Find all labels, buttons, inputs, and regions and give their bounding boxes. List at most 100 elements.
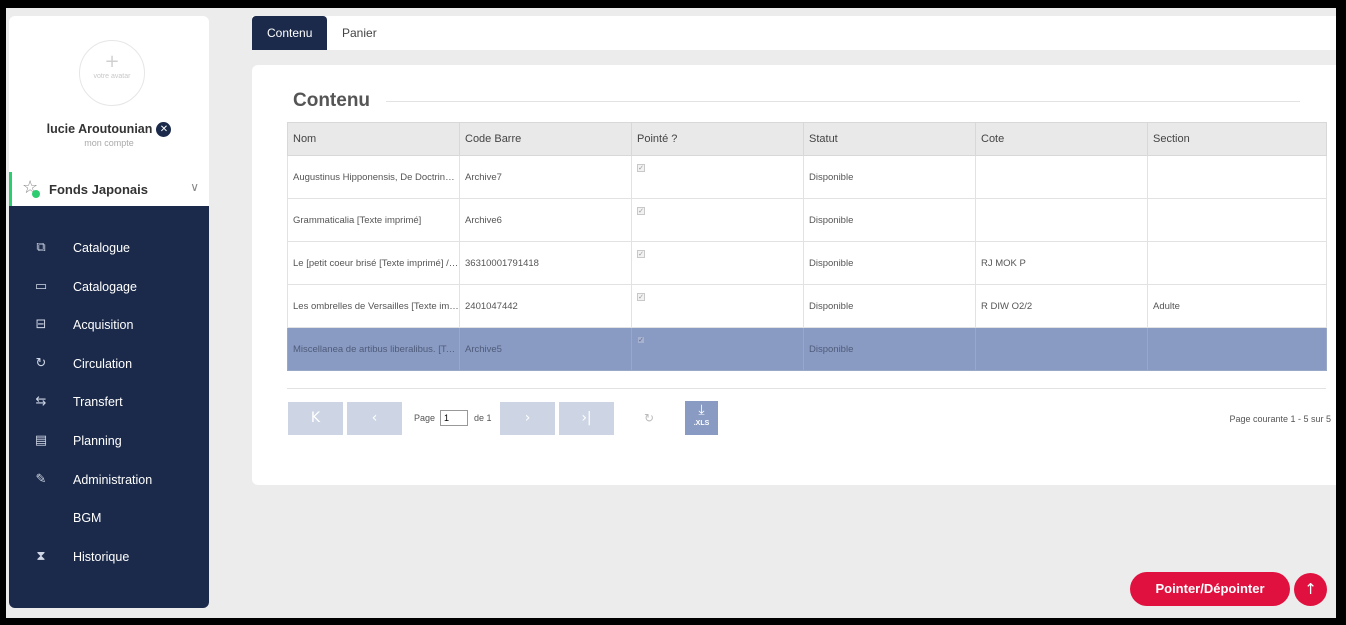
sidebar-item-acquisition[interactable]: ⊟ Acquisition bbox=[9, 307, 209, 346]
chevron-down-icon: ∨ bbox=[190, 180, 199, 194]
sidebar-item-label: Catalogage bbox=[73, 279, 137, 294]
scroll-top-button[interactable]: ↑ bbox=[1294, 573, 1327, 606]
plus-icon: + bbox=[104, 51, 120, 72]
transfer-icon: ⇆ bbox=[35, 394, 47, 410]
arrow-up-icon: ↑ bbox=[1304, 580, 1317, 598]
sidebar-item-historique[interactable]: ⧗ Historique bbox=[9, 539, 209, 578]
sidebar-item-catalogage[interactable]: ▭ Catalogage bbox=[9, 269, 209, 308]
table-row[interactable]: Le [petit coeur brisé [Texte imprimé] / … bbox=[287, 241, 1327, 285]
cell-nom: Grammaticalia [Texte imprimé] bbox=[287, 198, 460, 242]
cell-pointe: ✓ bbox=[631, 155, 804, 199]
cell-cote: RJ MOK P bbox=[975, 241, 1148, 285]
sidebar-item-label: Circulation bbox=[73, 356, 133, 371]
close-icon[interactable]: ✕ bbox=[156, 122, 172, 138]
cell-section bbox=[1147, 198, 1327, 242]
table-row[interactable]: Augustinus Hipponensis, De Doctrina c...… bbox=[287, 155, 1327, 199]
page-status: Page courante 1 - 5 sur 5 bbox=[1229, 414, 1331, 424]
cell-cote bbox=[975, 155, 1148, 199]
cell-section bbox=[1147, 327, 1327, 371]
cell-section bbox=[1147, 241, 1327, 285]
column-header-cote[interactable]: Cote bbox=[975, 122, 1148, 156]
page-title: Contenu bbox=[293, 90, 371, 111]
table-header-row: Nom Code Barre Pointé ? Statut Cote Sect… bbox=[287, 122, 1327, 156]
first-page-icon: K bbox=[310, 410, 321, 426]
checkbox-checked-icon[interactable]: ✓ bbox=[637, 206, 645, 215]
sidebar-item-label: Transfert bbox=[73, 395, 123, 410]
sidebar-item-circulation[interactable]: ↻ Circulation bbox=[9, 346, 209, 385]
sidebar-item-label: Historique bbox=[73, 549, 130, 564]
content-table: Nom Code Barre Pointé ? Statut Cote Sect… bbox=[287, 122, 1327, 371]
cell-code-barre: 36310001791418 bbox=[459, 241, 632, 285]
cell-statut: Disponible bbox=[803, 327, 976, 371]
last-page-icon: ›| bbox=[581, 410, 592, 426]
next-page-button[interactable]: › bbox=[500, 402, 555, 435]
sidebar-item-catalogue[interactable]: ⧉ Catalogue bbox=[9, 230, 209, 269]
content-card: Contenu Nom Code Barre Pointé ? Statut C… bbox=[252, 65, 1336, 485]
user-name: lucie Aroutounian ✕ bbox=[9, 122, 209, 138]
sidebar-item-label: Planning bbox=[73, 433, 122, 448]
table-row[interactable]: Grammaticalia [Texte imprimé] Archive6 ✓… bbox=[287, 198, 1327, 242]
cell-pointe: ✓ bbox=[631, 198, 804, 242]
cell-code-barre: Archive7 bbox=[459, 155, 632, 199]
administration-icon: ✎ bbox=[35, 471, 47, 487]
sidebar-item-label: Administration bbox=[73, 472, 153, 487]
column-header-statut[interactable]: Statut bbox=[803, 122, 976, 156]
sidebar-item-transfert[interactable]: ⇆ Transfert bbox=[9, 384, 209, 423]
refresh-icon[interactable]: ↻ bbox=[644, 411, 654, 425]
sidebar-item-bgm[interactable]: BGM bbox=[9, 500, 209, 539]
avatar-placeholder-text: votre avatar bbox=[93, 73, 131, 80]
cell-section: Adulte bbox=[1147, 284, 1327, 328]
cell-statut: Disponible bbox=[803, 284, 976, 328]
sidebar-nav: ⧉ Catalogue ▭ Catalogage ⊟ Acquisition ↻… bbox=[9, 206, 209, 608]
fonds-selector[interactable]: ☆ Fonds Japonais ∨ bbox=[9, 172, 209, 206]
tab-bar: Contenu Panier bbox=[252, 16, 1336, 50]
pointer-depointer-button[interactable]: Pointer/Dépointer bbox=[1130, 572, 1290, 606]
checkbox-checked-icon[interactable]: ✓ bbox=[637, 163, 645, 172]
prev-page-button[interactable]: ‹ bbox=[347, 402, 402, 435]
avatar[interactable]: + votre avatar bbox=[79, 40, 145, 106]
sidebar: + votre avatar lucie Aroutounian ✕ mon co… bbox=[9, 16, 209, 608]
acquisition-icon: ⊟ bbox=[35, 317, 47, 333]
table-row-selected[interactable]: Miscellanea de artibus liberalibus. [Tex… bbox=[287, 327, 1327, 371]
xls-label: .XLS bbox=[693, 420, 710, 427]
page-of-label: de 1 bbox=[474, 413, 492, 423]
cell-code-barre: 2401047442 bbox=[459, 284, 632, 328]
circulation-icon: ↻ bbox=[35, 355, 47, 371]
catalogue-icon: ⧉ bbox=[36, 240, 46, 255]
last-page-button[interactable]: ›| bbox=[559, 402, 614, 435]
sidebar-item-label: BGM bbox=[73, 511, 102, 526]
calendar-icon: ▤ bbox=[34, 432, 48, 448]
cell-code-barre: Archive6 bbox=[459, 198, 632, 242]
cell-statut: Disponible bbox=[803, 241, 976, 285]
first-page-button[interactable]: K bbox=[288, 402, 343, 435]
sidebar-item-label: Catalogue bbox=[73, 241, 130, 255]
pager-divider bbox=[287, 388, 1326, 389]
column-header-nom[interactable]: Nom bbox=[287, 122, 460, 156]
status-dot bbox=[32, 190, 40, 198]
checkbox-checked-icon[interactable]: ✓ bbox=[637, 292, 645, 301]
cell-nom: Miscellanea de artibus liberalibus. [Tex… bbox=[287, 327, 460, 371]
column-header-pointe[interactable]: Pointé ? bbox=[631, 122, 804, 156]
cell-cote bbox=[975, 198, 1148, 242]
cell-nom: Augustinus Hipponensis, De Doctrina c... bbox=[287, 155, 460, 199]
table-row[interactable]: Les ombrelles de Versailles [Texte imp..… bbox=[287, 284, 1327, 328]
cell-statut: Disponible bbox=[803, 198, 976, 242]
checkbox-checked-icon[interactable]: ✓ bbox=[637, 335, 645, 344]
column-header-section[interactable]: Section bbox=[1147, 122, 1327, 156]
cell-code-barre: Archive5 bbox=[459, 327, 632, 371]
sidebar-item-planning[interactable]: ▤ Planning bbox=[9, 423, 209, 462]
sidebar-item-label: Acquisition bbox=[73, 318, 134, 333]
title-divider bbox=[386, 101, 1300, 102]
tab-contenu[interactable]: Contenu bbox=[252, 16, 328, 50]
checkbox-checked-icon[interactable]: ✓ bbox=[637, 249, 645, 258]
user-name-label: lucie Aroutounian bbox=[46, 122, 153, 136]
sidebar-item-administration[interactable]: ✎ Administration bbox=[9, 462, 209, 501]
column-header-code-barre[interactable]: Code Barre bbox=[459, 122, 632, 156]
export-xls-button[interactable]: ⤓ .XLS bbox=[685, 401, 718, 435]
cell-nom: Les ombrelles de Versailles [Texte imp..… bbox=[287, 284, 460, 328]
tab-panier[interactable]: Panier bbox=[327, 16, 392, 50]
account-link[interactable]: mon compte bbox=[9, 138, 209, 148]
download-icon: ⤓ bbox=[698, 402, 705, 418]
cell-pointe: ✓ bbox=[631, 284, 804, 328]
page-number-input[interactable] bbox=[440, 410, 468, 426]
